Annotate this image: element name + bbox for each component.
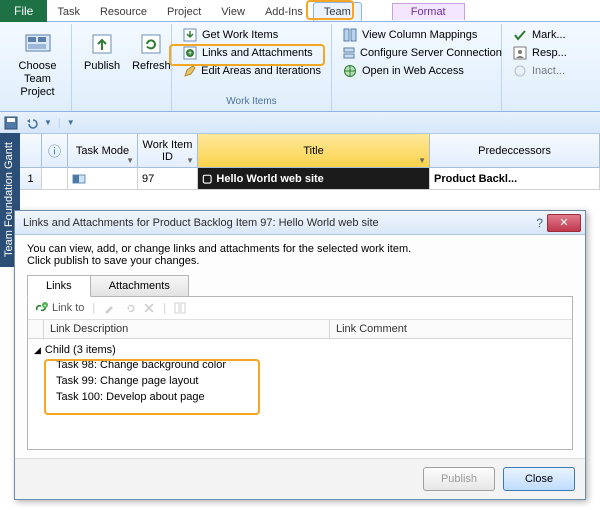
qat-dropdown-icon[interactable]: ▼ (67, 118, 75, 127)
tab-team[interactable]: Team (313, 2, 362, 21)
inact-button[interactable]: Inact... (508, 62, 572, 80)
link-to-icon: + (34, 301, 48, 315)
grid-header: ⓘ Task Mode▼ Work Item ID▼ Title▼ Predec… (20, 134, 600, 168)
save-icon[interactable] (4, 116, 18, 130)
globe-icon (342, 63, 358, 79)
team-project-icon (22, 28, 54, 60)
resp-label: Resp... (532, 47, 567, 59)
columns-icon (342, 27, 358, 43)
edit-link-icon (103, 302, 115, 314)
close-icon[interactable]: ✕ (547, 214, 581, 232)
dropdown-icon: ▼ (126, 156, 134, 165)
refresh-icon (135, 28, 167, 60)
choose-team-project-button[interactable]: Choose Team Project (10, 26, 65, 102)
cell-task-mode (68, 168, 138, 189)
cell-info (42, 168, 68, 189)
mark-label: Mark... (532, 29, 566, 41)
edit-areas-label: Edit Areas and Iterations (201, 65, 321, 77)
col-info[interactable]: ⓘ (42, 134, 68, 167)
open-link-icon (123, 302, 135, 314)
inact-icon (512, 63, 528, 79)
quick-access-toolbar: ▼ | ▼ (0, 112, 600, 134)
inact-label: Inact... (532, 65, 565, 77)
edit-areas-button[interactable]: Edit Areas and Iterations (178, 62, 325, 80)
grid-area: Team Foundation Gantt ⓘ Task Mode▼ Work … (0, 134, 600, 200)
col-rownum[interactable] (20, 134, 42, 167)
help-icon[interactable]: ? (536, 216, 543, 230)
vcm-label: View Column Mappings (362, 29, 477, 41)
link-to-button[interactable]: + Link to (34, 301, 84, 315)
tab-resource[interactable]: Resource (90, 3, 157, 20)
svg-text:+: + (187, 48, 192, 58)
tab-view[interactable]: View (211, 3, 255, 20)
choose-label: Choose Team Project (16, 60, 59, 100)
get-items-label: Get Work Items (202, 29, 278, 41)
resp-button[interactable]: Resp... (508, 44, 572, 62)
dialog-titlebar[interactable]: Links and Attachments for Product Backlo… (15, 211, 585, 235)
tree-parent[interactable]: ◢ Child (3 items) (34, 343, 566, 357)
dialog-intro2: Click publish to save your changes. (27, 255, 573, 267)
get-work-items-button[interactable]: Get Work Items (178, 26, 325, 44)
ribbon-body: Choose Team Project Publish Refresh . (0, 22, 600, 112)
publish-dialog-button[interactable]: Publish (423, 467, 495, 491)
close-dialog-button[interactable]: Close (503, 467, 575, 491)
file-tab[interactable]: File (0, 0, 47, 22)
group-label-workitems: Work Items (178, 96, 325, 109)
mark-button[interactable]: Mark... (508, 26, 572, 44)
tab-links[interactable]: Links (27, 275, 91, 297)
tab-task[interactable]: Task (47, 3, 90, 20)
undo-dropdown-icon[interactable]: ▼ (44, 118, 52, 127)
cfg-label: Configure Server Connection (360, 47, 502, 59)
tree-child[interactable]: Task 100: Develop about page (34, 389, 566, 405)
cell-predecessors: Product Backl... (430, 168, 600, 189)
dropdown-icon: ▼ (418, 156, 426, 165)
tree-child[interactable]: Task 98: Change background color (34, 357, 566, 373)
refresh-button[interactable]: Refresh (126, 26, 177, 75)
links-label: Links and Attachments (202, 47, 313, 59)
delete-link-icon (143, 302, 155, 314)
info-icon: ⓘ (48, 141, 61, 160)
publish-button[interactable]: Publish (78, 26, 126, 75)
row-number: 1 (20, 168, 42, 189)
col-predecessors[interactable]: Predeccessors (430, 134, 600, 167)
table-row[interactable]: 1 97 ▢Hello World web site Product Backl… (20, 168, 600, 190)
cell-title: ▢Hello World web site (198, 168, 430, 189)
tree-parent-label: Child (3 items) (45, 344, 116, 356)
check-icon (512, 27, 528, 43)
publish-icon (86, 28, 118, 60)
columns-icon (174, 302, 186, 314)
dropdown-icon: ▼ (186, 156, 194, 165)
configure-server-button[interactable]: Configure Server Connection (338, 44, 495, 62)
col-title[interactable]: Title▼ (198, 134, 430, 167)
links-attachments-dialog: Links and Attachments for Product Backlo… (14, 210, 586, 500)
dialog-title: Links and Attachments for Product Backlo… (23, 217, 379, 229)
view-column-mappings-button[interactable]: View Column Mappings (338, 26, 495, 44)
col-link-description[interactable]: Link Description (44, 320, 330, 338)
tab-addins[interactable]: Add-Ins (255, 3, 313, 20)
undo-icon[interactable] (24, 117, 38, 129)
web-label: Open in Web Access (362, 65, 464, 77)
svg-text:+: + (43, 304, 47, 310)
open-web-button[interactable]: Open in Web Access (338, 62, 495, 80)
ribbon-tabs: File Task Resource Project View Add-Ins … (0, 0, 600, 22)
tree-child[interactable]: Task 99: Change page layout (34, 373, 566, 389)
pencil-icon (182, 63, 197, 79)
tab-attachments[interactable]: Attachments (90, 275, 189, 297)
dialog-toolbar: + Link to | | (28, 297, 572, 320)
get-items-icon (182, 27, 198, 43)
refresh-label: Refresh (132, 60, 171, 73)
col-work-item-id[interactable]: Work Item ID▼ (138, 134, 198, 167)
links-icon: + (182, 45, 198, 61)
server-icon (342, 45, 356, 61)
cell-work-item-id: 97 (138, 168, 198, 189)
collapse-icon[interactable]: ◢ (34, 345, 41, 356)
publish-label: Publish (84, 60, 120, 73)
resp-icon (512, 45, 528, 61)
links-attachments-button[interactable]: + Links and Attachments (178, 44, 325, 62)
col-task-mode[interactable]: Task Mode▼ (68, 134, 138, 167)
tab-project[interactable]: Project (157, 3, 211, 20)
dialog-intro1: You can view, add, or change links and a… (27, 243, 573, 255)
col-link-comment[interactable]: Link Comment (330, 320, 572, 338)
tab-format[interactable]: Format (392, 3, 465, 20)
